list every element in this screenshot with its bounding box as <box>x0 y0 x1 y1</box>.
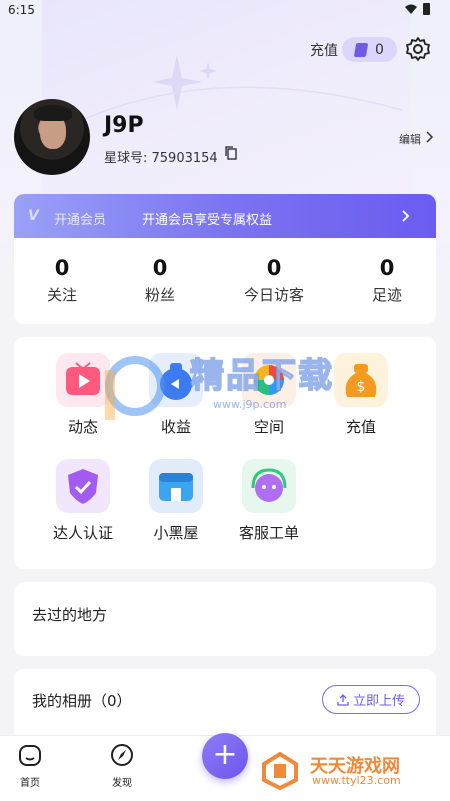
tile-label: 收益 <box>160 418 191 436</box>
tab-label: 首页 <box>20 778 40 789</box>
feature-grid-card: 动态 收益 空间 $ 充值 达人认证 小黑屋 客服工单 <box>14 337 436 569</box>
money-bag-icon <box>149 353 203 407</box>
wifi-icon <box>405 4 417 14</box>
vip-crown-icon: V <box>28 208 39 224</box>
stats-card: V 开通会员 开通会员享受专属权益 0 关注 0 粉丝 0 今日访客 0 足迹 <box>14 194 436 324</box>
coin-count: 0 <box>375 41 384 58</box>
stat-label: 足迹 <box>371 286 402 304</box>
tile-space[interactable]: 空间 <box>234 353 304 437</box>
copy-icon[interactable] <box>225 146 237 160</box>
stat-value: 0 <box>54 256 70 280</box>
status-time: 6:15 <box>8 3 35 17</box>
stat-value: 0 <box>379 256 395 280</box>
tile-label: 充值 <box>345 418 376 436</box>
stat-label: 今日访客 <box>243 286 304 304</box>
upload-label: 立即上传 <box>352 694 405 709</box>
tile-recharge[interactable]: $ 充值 <box>326 353 396 437</box>
tab-discover[interactable]: 发现 <box>92 742 152 789</box>
tile-label: 空间 <box>253 418 284 436</box>
chevron-right-icon[interactable] <box>426 131 434 143</box>
stat-following[interactable]: 0 关注 <box>14 256 112 305</box>
tile-earnings[interactable]: 收益 <box>141 353 211 437</box>
tile-label: 客服工单 <box>238 524 299 542</box>
stat-value: 0 <box>152 256 168 280</box>
headset-mascot-icon <box>242 459 296 513</box>
upload-button[interactable]: 立即上传 <box>322 685 420 714</box>
status-bar: 6:15 <box>0 0 450 20</box>
compass-icon <box>111 744 133 766</box>
home-icon <box>19 745 41 766</box>
coin-balance-pill[interactable]: 0 <box>342 37 397 62</box>
video-play-icon <box>56 353 110 407</box>
tile-blackroom[interactable]: 小黑屋 <box>141 459 211 543</box>
dollar-bag-icon: $ <box>334 353 388 407</box>
battery-icon <box>423 3 430 15</box>
watermark-brand-url: www.ttyl23.com <box>312 774 401 787</box>
album-title: 我的相册（0） <box>32 692 132 710</box>
tab-label: 发现 <box>112 778 132 789</box>
edit-profile-link[interactable]: 编辑 <box>399 131 421 147</box>
user-id-value: 75903154 <box>151 151 218 166</box>
settings-gear-icon[interactable] <box>405 36 431 62</box>
vip-title: 开通会员 <box>54 213 107 228</box>
tab-home[interactable]: 首页 <box>0 742 60 789</box>
tile-label: 动态 <box>67 418 98 436</box>
tile-verification[interactable]: 达人认证 <box>48 459 118 543</box>
vip-banner[interactable]: V 开通会员 开通会员享受专属权益 <box>14 194 436 238</box>
stat-visitors-today[interactable]: 0 今日访客 <box>224 256 324 305</box>
svg-text:$: $ <box>357 379 366 395</box>
stat-label: 关注 <box>46 286 77 304</box>
coin-gem-icon <box>353 42 369 57</box>
color-wheel-icon <box>242 353 296 407</box>
avatar-hair <box>34 105 72 121</box>
vip-promo-text: 开通会员享受专属权益 <box>142 213 273 228</box>
tile-label: 小黑屋 <box>153 524 199 542</box>
user-id: 星球号: 75903154 <box>104 147 218 166</box>
tile-dynamics[interactable]: 动态 <box>48 353 118 437</box>
upload-icon <box>337 693 349 706</box>
create-post-button[interactable]: + <box>202 733 248 779</box>
avatar[interactable] <box>14 99 90 175</box>
shop-icon <box>149 459 203 513</box>
user-id-label: 星球号: <box>104 151 152 166</box>
stat-label: 粉丝 <box>144 286 175 304</box>
chevron-right-icon <box>402 210 410 222</box>
watermark-brand-logo-icon <box>262 751 298 790</box>
recharge-label[interactable]: 充值 <box>310 40 338 60</box>
stat-followers[interactable]: 0 粉丝 <box>110 256 210 305</box>
username: J9P <box>104 113 144 138</box>
stat-footprints[interactable]: 0 足迹 <box>337 256 436 305</box>
visited-places-card[interactable]: 去过的地方 <box>14 582 436 656</box>
tile-support-ticket[interactable]: 客服工单 <box>234 459 304 543</box>
tile-label: 达人认证 <box>52 524 113 542</box>
places-title: 去过的地方 <box>32 606 108 624</box>
shield-badge-icon <box>56 459 110 513</box>
stat-value: 0 <box>266 256 282 280</box>
